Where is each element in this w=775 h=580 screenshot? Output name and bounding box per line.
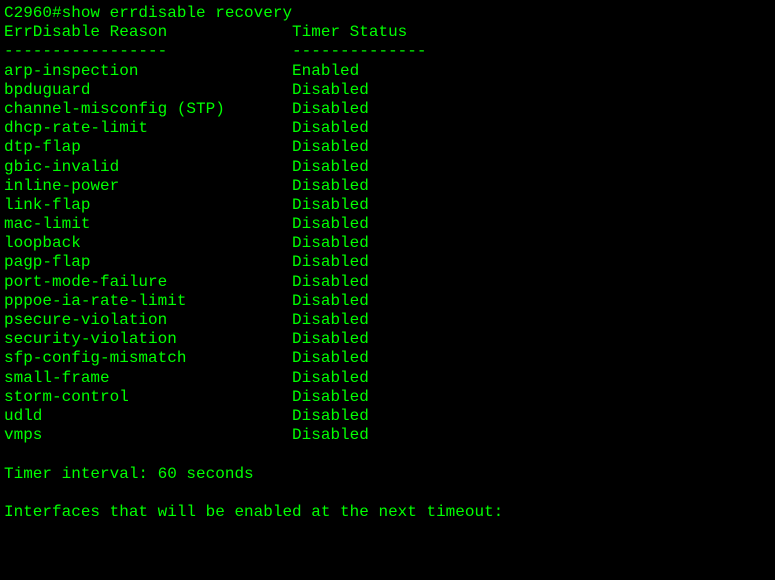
status-cell: Disabled <box>292 369 369 387</box>
dash-line: ----------------- -------------- <box>4 42 771 61</box>
table-row: sfp-config-mismatch Disabled <box>4 349 771 368</box>
status-cell: Disabled <box>292 407 369 425</box>
reason-cell: inline-power <box>4 177 292 195</box>
header-reason: ErrDisable Reason <box>4 23 292 41</box>
table-row: port-mode-failure Disabled <box>4 273 771 292</box>
status-cell: Disabled <box>292 253 369 271</box>
dash-right: -------------- <box>292 42 426 60</box>
status-cell: Disabled <box>292 177 369 195</box>
command: show errdisable recovery <box>62 4 292 22</box>
reason-cell: vmps <box>4 426 292 444</box>
table-row: arp-inspection Enabled <box>4 62 771 81</box>
reason-cell: gbic-invalid <box>4 158 292 176</box>
table-row: inline-power Disabled <box>4 177 771 196</box>
status-cell: Disabled <box>292 311 369 329</box>
status-cell: Disabled <box>292 330 369 348</box>
reason-cell: storm-control <box>4 388 292 406</box>
header-timer: Timer Status <box>292 23 407 41</box>
table-row: dhcp-rate-limit Disabled <box>4 119 771 138</box>
reason-cell: pppoe-ia-rate-limit <box>4 292 292 310</box>
reason-cell: small-frame <box>4 369 292 387</box>
table-row: udld Disabled <box>4 407 771 426</box>
status-cell: Disabled <box>292 426 369 444</box>
table-row: storm-control Disabled <box>4 388 771 407</box>
timer-interval: Timer interval: 60 seconds <box>4 465 771 484</box>
status-cell: Disabled <box>292 388 369 406</box>
status-cell: Disabled <box>292 196 369 214</box>
reason-cell: link-flap <box>4 196 292 214</box>
blank-line-2 <box>4 484 771 503</box>
status-cell: Enabled <box>292 62 359 80</box>
reason-cell: channel-misconfig (STP) <box>4 100 292 118</box>
table-row: gbic-invalid Disabled <box>4 158 771 177</box>
command-line[interactable]: C2960#show errdisable recovery <box>4 4 771 23</box>
status-cell: Disabled <box>292 119 369 137</box>
reason-cell: udld <box>4 407 292 425</box>
table-row: dtp-flap Disabled <box>4 138 771 157</box>
reason-cell: bpduguard <box>4 81 292 99</box>
reason-cell: psecure-violation <box>4 311 292 329</box>
prompt: C2960# <box>4 4 62 22</box>
table-row: mac-limit Disabled <box>4 215 771 234</box>
table-row: pagp-flap Disabled <box>4 253 771 272</box>
dash-left: ----------------- <box>4 42 292 60</box>
table-row: small-frame Disabled <box>4 369 771 388</box>
reason-cell: sfp-config-mismatch <box>4 349 292 367</box>
reason-cell: port-mode-failure <box>4 273 292 291</box>
table-row: channel-misconfig (STP) Disabled <box>4 100 771 119</box>
status-cell: Disabled <box>292 292 369 310</box>
table-row: pppoe-ia-rate-limit Disabled <box>4 292 771 311</box>
status-cell: Disabled <box>292 100 369 118</box>
status-cell: Disabled <box>292 138 369 156</box>
status-cell: Disabled <box>292 234 369 252</box>
reason-cell: security-violation <box>4 330 292 348</box>
table-row: psecure-violation Disabled <box>4 311 771 330</box>
reason-cell: dtp-flap <box>4 138 292 156</box>
table-row: loopback Disabled <box>4 234 771 253</box>
interfaces-msg: Interfaces that will be enabled at the n… <box>4 503 771 522</box>
reason-cell: dhcp-rate-limit <box>4 119 292 137</box>
status-cell: Disabled <box>292 81 369 99</box>
reason-cell: mac-limit <box>4 215 292 233</box>
reason-cell: pagp-flap <box>4 253 292 271</box>
status-cell: Disabled <box>292 158 369 176</box>
status-cell: Disabled <box>292 215 369 233</box>
table-row: security-violation Disabled <box>4 330 771 349</box>
status-cell: Disabled <box>292 349 369 367</box>
table-row: vmps Disabled <box>4 426 771 445</box>
reason-cell: loopback <box>4 234 292 252</box>
blank-line <box>4 445 771 464</box>
reason-cell: arp-inspection <box>4 62 292 80</box>
table-row: link-flap Disabled <box>4 196 771 215</box>
table-row: bpduguard Disabled <box>4 81 771 100</box>
header-line: ErrDisable Reason Timer Status <box>4 23 771 42</box>
status-cell: Disabled <box>292 273 369 291</box>
